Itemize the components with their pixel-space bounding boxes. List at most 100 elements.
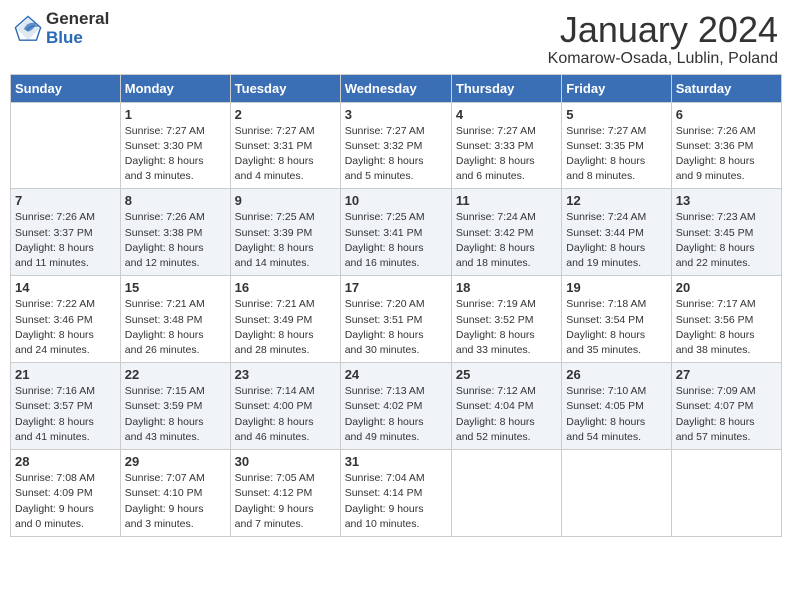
day-number: 25 <box>456 367 557 382</box>
day-number: 5 <box>566 107 666 122</box>
page-header: General Blue January 2024 Komarow-Osada,… <box>10 10 782 68</box>
day-info: Sunrise: 7:12 AMSunset: 4:04 PMDaylight:… <box>456 384 557 445</box>
calendar-cell: 25 Sunrise: 7:12 AMSunset: 4:04 PMDayligh… <box>451 363 561 450</box>
calendar-cell: 3 Sunrise: 7:27 AMSunset: 3:32 PMDaylight… <box>340 102 451 189</box>
calendar-cell: 4Sunrise: 7:27 AMSunset: 3:33 PMDaylight… <box>451 102 561 189</box>
logo-text: General Blue <box>46 10 109 47</box>
calendar-cell: 12 Sunrise: 7:24 AMSunset: 3:44 PMDayligh… <box>562 189 671 276</box>
day-info: Sunrise: 7:10 AMSunset: 4:05 PMDaylight:… <box>566 384 666 445</box>
day-info: Sunrise: 7:18 AMSunset: 3:54 PMDaylight:… <box>566 297 666 358</box>
day-info: Sunrise: 7:08 AMSunset: 4:09 PMDaylight:… <box>15 471 116 532</box>
day-info: Sunrise: 7:27 AMSunset: 3:30 PMDaylight:… <box>125 124 226 185</box>
calendar-cell: 29 Sunrise: 7:07 AMSunset: 4:10 PMDayligh… <box>120 450 230 537</box>
title-block: January 2024 Komarow-Osada, Lublin, Pola… <box>548 10 778 68</box>
week-row-2: 7Sunrise: 7:26 AMSunset: 3:37 PMDaylight… <box>11 189 782 276</box>
day-info: Sunrise: 7:21 AMSunset: 3:49 PMDaylight:… <box>235 297 336 358</box>
day-number: 28 <box>15 454 116 469</box>
day-info: Sunrise: 7:27 AMSunset: 3:33 PMDaylight:… <box>456 124 557 185</box>
week-row-5: 28 Sunrise: 7:08 AMSunset: 4:09 PMDayligh… <box>11 450 782 537</box>
week-row-3: 14 Sunrise: 7:22 AMSunset: 3:46 PMDayligh… <box>11 276 782 363</box>
day-number: 7 <box>15 193 116 208</box>
day-info: Sunrise: 7:04 AMSunset: 4:14 PMDaylight:… <box>345 471 447 532</box>
header-monday: Monday <box>120 74 230 102</box>
day-number: 17 <box>345 280 447 295</box>
day-info: Sunrise: 7:26 AMSunset: 3:36 PMDaylight:… <box>676 124 777 185</box>
logo-general: General <box>46 10 109 29</box>
calendar-cell: 7Sunrise: 7:26 AMSunset: 3:37 PMDaylight… <box>11 189 121 276</box>
day-info: Sunrise: 7:27 AMSunset: 3:31 PMDaylight:… <box>235 124 336 185</box>
day-number: 19 <box>566 280 666 295</box>
day-number: 14 <box>15 280 116 295</box>
day-number: 10 <box>345 193 447 208</box>
calendar-cell: 15 Sunrise: 7:21 AMSunset: 3:48 PMDayligh… <box>120 276 230 363</box>
day-info: Sunrise: 7:13 AMSunset: 4:02 PMDaylight:… <box>345 384 447 445</box>
calendar-table: SundayMondayTuesdayWednesdayThursdayFrid… <box>10 74 782 537</box>
day-info: Sunrise: 7:05 AMSunset: 4:12 PMDaylight:… <box>235 471 336 532</box>
calendar-cell: 28 Sunrise: 7:08 AMSunset: 4:09 PMDayligh… <box>11 450 121 537</box>
day-number: 13 <box>676 193 777 208</box>
day-number: 29 <box>125 454 226 469</box>
day-number: 20 <box>676 280 777 295</box>
day-number: 12 <box>566 193 666 208</box>
day-info: Sunrise: 7:22 AMSunset: 3:46 PMDaylight:… <box>15 297 116 358</box>
day-number: 1 <box>125 107 226 122</box>
day-info: Sunrise: 7:23 AMSunset: 3:45 PMDaylight:… <box>676 210 777 271</box>
day-info: Sunrise: 7:21 AMSunset: 3:48 PMDaylight:… <box>125 297 226 358</box>
day-number: 31 <box>345 454 447 469</box>
calendar-cell: 22Sunrise: 7:15 AMSunset: 3:59 PMDayligh… <box>120 363 230 450</box>
day-info: Sunrise: 7:27 AMSunset: 3:35 PMDaylight:… <box>566 124 666 185</box>
calendar-cell: 16 Sunrise: 7:21 AMSunset: 3:49 PMDayligh… <box>230 276 340 363</box>
day-number: 3 <box>345 107 447 122</box>
calendar-cell: 2 Sunrise: 7:27 AMSunset: 3:31 PMDaylight… <box>230 102 340 189</box>
logo-blue: Blue <box>46 29 109 48</box>
calendar-cell: 9 Sunrise: 7:25 AMSunset: 3:39 PMDaylight… <box>230 189 340 276</box>
weekday-header-row: SundayMondayTuesdayWednesdayThursdayFrid… <box>11 74 782 102</box>
day-number: 15 <box>125 280 226 295</box>
calendar-cell: 20 Sunrise: 7:17 AMSunset: 3:56 PMDayligh… <box>671 276 781 363</box>
calendar-cell: 6Sunrise: 7:26 AMSunset: 3:36 PMDaylight… <box>671 102 781 189</box>
calendar-cell: 13 Sunrise: 7:23 AMSunset: 3:45 PMDayligh… <box>671 189 781 276</box>
calendar-cell: 23 Sunrise: 7:14 AMSunset: 4:00 PMDayligh… <box>230 363 340 450</box>
day-info: Sunrise: 7:17 AMSunset: 3:56 PMDaylight:… <box>676 297 777 358</box>
week-row-1: 1 Sunrise: 7:27 AMSunset: 3:30 PMDaylight… <box>11 102 782 189</box>
day-number: 23 <box>235 367 336 382</box>
calendar-cell <box>562 450 671 537</box>
calendar-cell <box>451 450 561 537</box>
calendar-cell <box>671 450 781 537</box>
week-row-4: 21 Sunrise: 7:16 AMSunset: 3:57 PMDayligh… <box>11 363 782 450</box>
day-number: 9 <box>235 193 336 208</box>
day-info: Sunrise: 7:09 AMSunset: 4:07 PMDaylight:… <box>676 384 777 445</box>
calendar-cell: 19 Sunrise: 7:18 AMSunset: 3:54 PMDayligh… <box>562 276 671 363</box>
calendar-cell: 5 Sunrise: 7:27 AMSunset: 3:35 PMDaylight… <box>562 102 671 189</box>
day-info: Sunrise: 7:25 AMSunset: 3:39 PMDaylight:… <box>235 210 336 271</box>
day-number: 30 <box>235 454 336 469</box>
calendar-cell: 1 Sunrise: 7:27 AMSunset: 3:30 PMDaylight… <box>120 102 230 189</box>
day-number: 16 <box>235 280 336 295</box>
header-friday: Friday <box>562 74 671 102</box>
day-info: Sunrise: 7:14 AMSunset: 4:00 PMDaylight:… <box>235 384 336 445</box>
day-number: 21 <box>15 367 116 382</box>
calendar-cell: 17 Sunrise: 7:20 AMSunset: 3:51 PMDayligh… <box>340 276 451 363</box>
header-thursday: Thursday <box>451 74 561 102</box>
calendar-cell: 10 Sunrise: 7:25 AMSunset: 3:41 PMDayligh… <box>340 189 451 276</box>
calendar-cell: 31 Sunrise: 7:04 AMSunset: 4:14 PMDayligh… <box>340 450 451 537</box>
header-wednesday: Wednesday <box>340 74 451 102</box>
day-info: Sunrise: 7:20 AMSunset: 3:51 PMDaylight:… <box>345 297 447 358</box>
day-number: 2 <box>235 107 336 122</box>
day-info: Sunrise: 7:24 AMSunset: 3:44 PMDaylight:… <box>566 210 666 271</box>
day-number: 18 <box>456 280 557 295</box>
logo: General Blue <box>14 10 109 47</box>
calendar-cell: 14 Sunrise: 7:22 AMSunset: 3:46 PMDayligh… <box>11 276 121 363</box>
location: Komarow-Osada, Lublin, Poland <box>548 50 778 68</box>
day-number: 27 <box>676 367 777 382</box>
calendar-cell: 21 Sunrise: 7:16 AMSunset: 3:57 PMDayligh… <box>11 363 121 450</box>
day-info: Sunrise: 7:16 AMSunset: 3:57 PMDaylight:… <box>15 384 116 445</box>
day-info: Sunrise: 7:26 AMSunset: 3:38 PMDaylight:… <box>125 210 226 271</box>
header-saturday: Saturday <box>671 74 781 102</box>
day-info: Sunrise: 7:27 AMSunset: 3:32 PMDaylight:… <box>345 124 447 185</box>
calendar-cell: 8Sunrise: 7:26 AMSunset: 3:38 PMDaylight… <box>120 189 230 276</box>
day-info: Sunrise: 7:25 AMSunset: 3:41 PMDaylight:… <box>345 210 447 271</box>
day-number: 22 <box>125 367 226 382</box>
calendar-cell: 30 Sunrise: 7:05 AMSunset: 4:12 PMDayligh… <box>230 450 340 537</box>
day-info: Sunrise: 7:07 AMSunset: 4:10 PMDaylight:… <box>125 471 226 532</box>
